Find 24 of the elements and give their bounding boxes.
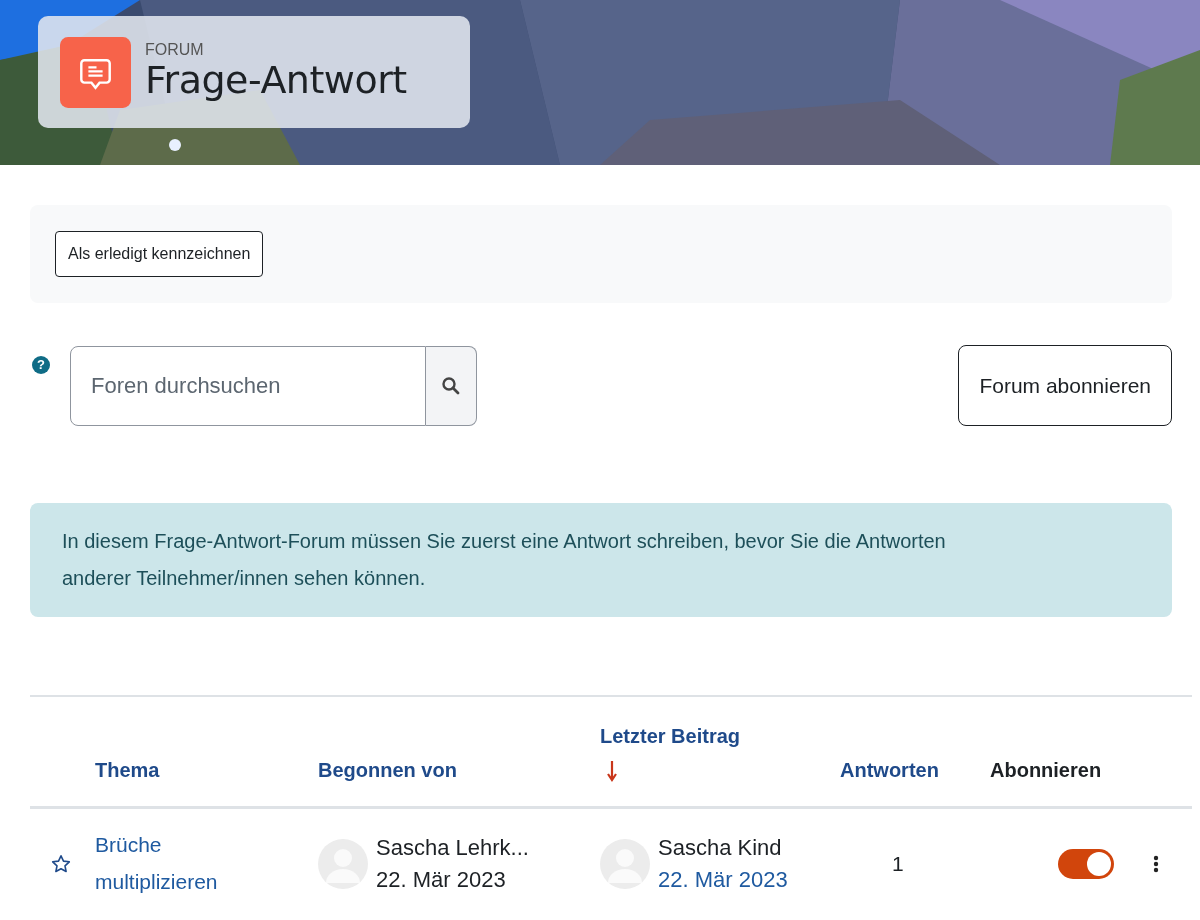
more-menu-icon[interactable] xyxy=(1153,855,1159,873)
column-header[interactable]: Begonnen von xyxy=(318,759,600,782)
activity-type-label: FORUM xyxy=(145,41,205,60)
column-header[interactable]: Letzter Beitrag xyxy=(600,725,840,748)
star-icon[interactable] xyxy=(51,854,71,874)
info-notice: In diesem Frage-Antwort-Forum müssen Sie zuerst eine Antwort schreiben, bevor Sie die Antworten anderer Teilnehmer/innen sehen können. xyxy=(30,503,1172,617)
mark-done-button[interactable]: Als erledigt kennzeichnen xyxy=(55,231,264,277)
forum-icon xyxy=(60,36,131,108)
last-post-link[interactable]: 22. Mär 2023 xyxy=(658,864,788,896)
page-title: Frage-Antwort xyxy=(145,59,407,103)
search-field[interactable]: Foren durchsuchen xyxy=(70,345,426,426)
post-date: 22. Mär 2023 xyxy=(376,866,507,894)
author-name: Sascha Kind xyxy=(658,834,783,863)
reply-count: 1 xyxy=(892,852,904,875)
subscribe-toggle[interactable] xyxy=(1058,849,1114,879)
column-header[interactable]: Thema xyxy=(95,759,318,782)
author-name: Sascha Lehrk... xyxy=(376,834,529,863)
topic-link[interactable]: Brüche multiplizieren xyxy=(95,827,275,901)
help-icon[interactable]: ? xyxy=(32,355,50,374)
column-header: Abonnieren xyxy=(990,759,1103,782)
search-icon xyxy=(441,375,461,396)
column-header[interactable]: Antworten xyxy=(840,759,990,782)
subscribe-button[interactable]: Forum abonnieren xyxy=(958,345,1172,426)
search-button[interactable] xyxy=(426,345,477,426)
